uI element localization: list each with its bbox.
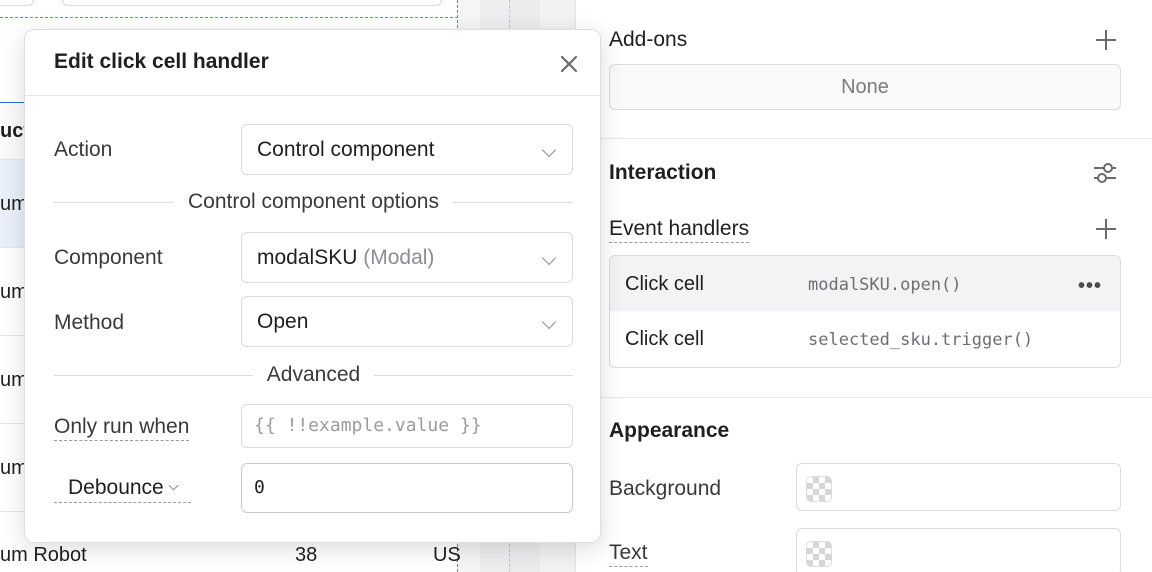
chevron-down-icon bbox=[541, 314, 557, 330]
handler-event-name: Click cell bbox=[625, 273, 704, 295]
appearance-title[interactable]: Appearance bbox=[609, 419, 729, 443]
action-select[interactable]: Control component bbox=[241, 124, 573, 175]
debounce-input[interactable]: 0 bbox=[241, 463, 573, 513]
text-color-label: Text bbox=[609, 541, 648, 567]
event-handler-row[interactable]: Click cell selected_sku.trigger() bbox=[610, 311, 1120, 366]
background-color-field[interactable] bbox=[796, 463, 1121, 511]
table-toolbar bbox=[0, 0, 458, 18]
advanced-heading: Advanced bbox=[54, 363, 573, 387]
modal-title: Edit click cell handler bbox=[54, 50, 269, 73]
event-handlers-list: Click cell modalSKU.open() ••• Click cel… bbox=[609, 255, 1121, 368]
chevron-down-icon bbox=[541, 250, 557, 266]
table-cell: US bbox=[433, 544, 461, 566]
only-run-when-input[interactable]: {{ !!example.value }} bbox=[241, 404, 573, 448]
add-event-handler-plus-icon[interactable] bbox=[1094, 217, 1118, 241]
action-value: Control component bbox=[257, 138, 435, 161]
method-label: Method bbox=[54, 311, 125, 334]
component-value: modalSKU (Modal) bbox=[257, 246, 435, 269]
only-run-when-label: Only run when bbox=[54, 415, 190, 441]
background-label: Background bbox=[609, 477, 722, 500]
debounce-dropdown[interactable]: Debounce bbox=[54, 476, 191, 503]
action-label: Action bbox=[54, 138, 113, 161]
chevron-down-icon bbox=[168, 480, 179, 491]
chevron-down-icon bbox=[541, 142, 557, 158]
method-value: Open bbox=[257, 310, 309, 333]
close-icon[interactable] bbox=[557, 52, 581, 76]
section-divider bbox=[576, 138, 1152, 139]
text-color-field[interactable] bbox=[796, 528, 1121, 572]
table-cell: 38 bbox=[295, 544, 318, 566]
edit-handler-modal: Edit click cell handler Action Control c… bbox=[24, 29, 601, 543]
component-label: Component bbox=[54, 246, 163, 269]
addons-empty-box[interactable]: None bbox=[609, 64, 1121, 110]
component-select[interactable]: modalSKU (Modal) bbox=[241, 232, 573, 283]
addons-title: Add-ons bbox=[609, 28, 688, 51]
event-handlers-label: Event handlers bbox=[609, 217, 750, 243]
inspector-panel: Add-ons None Interaction Event handlers … bbox=[575, 0, 1152, 572]
more-options-icon[interactable]: ••• bbox=[1078, 275, 1102, 298]
color-swatch[interactable] bbox=[806, 541, 832, 567]
sliders-icon[interactable] bbox=[1092, 161, 1118, 185]
search-pill[interactable] bbox=[62, 0, 442, 6]
toolbar-pill[interactable] bbox=[0, 0, 34, 6]
handler-code: selected_sku.trigger() bbox=[808, 330, 1034, 350]
method-select[interactable]: Open bbox=[241, 296, 573, 347]
interaction-title[interactable]: Interaction bbox=[609, 161, 716, 185]
color-swatch[interactable] bbox=[806, 476, 832, 502]
section-divider bbox=[576, 397, 1152, 398]
modal-header-divider bbox=[25, 95, 600, 96]
event-handler-row[interactable]: Click cell modalSKU.open() ••• bbox=[610, 256, 1120, 311]
table-cell: um Robot bbox=[0, 544, 87, 566]
handler-event-name: Click cell bbox=[625, 328, 704, 350]
handler-code: modalSKU.open() bbox=[808, 275, 962, 295]
add-addon-plus-icon[interactable] bbox=[1094, 28, 1118, 52]
options-heading: Control component options bbox=[54, 190, 573, 214]
